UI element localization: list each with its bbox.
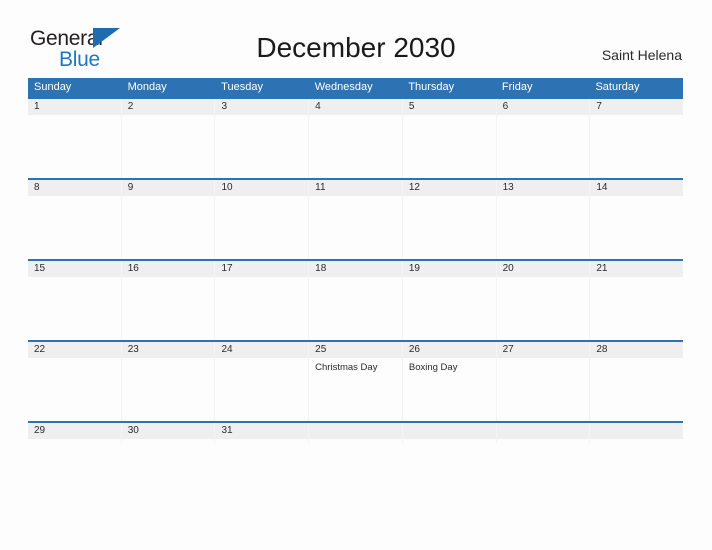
day-number: 2 — [127, 101, 134, 112]
day-number: 24 — [221, 344, 233, 355]
day-number: 3 — [221, 101, 227, 112]
calendar-day-cell[interactable]: 12 — [401, 180, 496, 259]
calendar-week-row: 8 9 10 11 12 13 14 — [28, 178, 683, 259]
page-header: General Blue December 2030 Saint Helena — [0, 0, 712, 76]
calendar-day-cell[interactable]: 14 — [589, 180, 683, 259]
holiday-label: Christmas Day — [315, 362, 378, 373]
day-number: 15 — [34, 263, 46, 274]
calendar-day-cell[interactable]: 17 — [214, 261, 308, 340]
day-number: 8 — [34, 182, 40, 193]
calendar-day-cell[interactable]: 13 — [495, 180, 590, 259]
day-number: 25 — [315, 344, 327, 355]
calendar-day-cell[interactable]: 21 — [589, 261, 683, 340]
calendar-week-row: 15 16 17 18 19 20 21 — [28, 259, 683, 340]
calendar-day-cell[interactable]: 23 — [120, 342, 215, 421]
weekday-header-wednesday: Wednesday — [314, 81, 373, 93]
calendar-day-cell-empty — [589, 423, 683, 443]
day-number: 5 — [408, 101, 415, 112]
day-number: 18 — [315, 263, 327, 274]
day-number: 21 — [596, 263, 608, 274]
calendar-day-cell[interactable]: 28 — [589, 342, 683, 421]
calendar-day-cell-empty — [495, 423, 590, 443]
weekday-header-sunday: Sunday — [34, 81, 72, 93]
calendar-day-cell[interactable]: 11 — [308, 180, 402, 259]
day-number: 31 — [221, 425, 233, 436]
calendar-day-cell[interactable]: 19 — [401, 261, 496, 340]
calendar-day-cell[interactable]: 30 — [120, 423, 215, 443]
day-number: 28 — [596, 344, 608, 355]
weekday-header-tuesday: Tuesday — [221, 81, 263, 93]
day-number: 20 — [502, 263, 514, 274]
calendar-day-cell[interactable]: 24 — [214, 342, 308, 421]
calendar-day-cell[interactable]: 10 — [214, 180, 308, 259]
calendar-day-cell[interactable]: 1 — [28, 99, 121, 178]
calendar-day-cell[interactable]: 7 — [589, 99, 683, 178]
calendar-day-cell[interactable]: 16 — [120, 261, 215, 340]
calendar-day-cell[interactable]: 2 — [120, 99, 215, 178]
calendar-day-cell[interactable]: 20 — [495, 261, 590, 340]
day-number: 14 — [596, 182, 608, 193]
holiday-label: Boxing Day — [408, 362, 458, 373]
day-number: 6 — [502, 101, 509, 112]
calendar-day-cell[interactable]: 22 — [28, 342, 121, 421]
day-number: 12 — [408, 182, 420, 193]
day-number: 1 — [34, 101, 40, 112]
calendar-day-cell[interactable]: 27 — [495, 342, 590, 421]
calendar-day-cell[interactable]: 9 — [120, 180, 215, 259]
calendar-day-cell[interactable]: 31 — [214, 423, 308, 443]
day-events: Boxing Day — [409, 358, 496, 374]
day-number: 4 — [315, 101, 321, 112]
day-number: 23 — [127, 344, 139, 355]
weekday-header-monday: Monday — [127, 81, 167, 93]
calendar-week-row: 1 2 3 4 5 6 7 — [28, 97, 683, 178]
calendar-day-cell[interactable]: 8 — [28, 180, 121, 259]
calendar-day-cell[interactable]: 29 — [28, 423, 121, 443]
calendar-day-cell[interactable]: 15 — [28, 261, 121, 340]
day-number: 26 — [408, 344, 420, 355]
day-number: 27 — [502, 344, 514, 355]
weekday-header-thursday: Thursday — [408, 81, 455, 93]
day-number: 22 — [34, 344, 46, 355]
weekday-header-row: Sunday Monday Tuesday Wednesday Thursday… — [28, 78, 683, 97]
day-number: 9 — [127, 182, 134, 193]
day-number: 29 — [34, 425, 46, 436]
calendar-week-row: 22 23 24 25 Christmas Day 26 Boxing Day 27 28 — [28, 340, 683, 421]
calendar-day-cell[interactable]: 6 — [495, 99, 590, 178]
day-number: 10 — [221, 182, 233, 193]
calendar-day-cell[interactable]: 26 Boxing Day — [401, 342, 496, 421]
calendar-day-cell[interactable]: 3 — [214, 99, 308, 178]
calendar-body: 1 2 3 4 5 6 7 8 9 10 11 12 13 14 15 16 17 18 19 20 21 22 23 24 2… — [28, 97, 683, 443]
day-number: 19 — [408, 263, 420, 274]
day-number: 13 — [502, 182, 514, 193]
calendar-day-cell[interactable]: 5 — [401, 99, 496, 178]
calendar-week-row: 29 30 31 — [28, 421, 683, 443]
day-number: 11 — [315, 182, 326, 193]
weekday-header-friday: Friday — [501, 81, 533, 93]
calendar-day-cell[interactable]: 4 — [308, 99, 402, 178]
weekday-header-saturday: Saturday — [595, 81, 640, 93]
day-number: 30 — [127, 425, 139, 436]
calendar-day-cell[interactable]: 18 — [308, 261, 402, 340]
day-number: 16 — [127, 263, 139, 274]
day-number: 17 — [221, 263, 233, 274]
calendar-day-cell[interactable]: 25 Christmas Day — [308, 342, 402, 421]
day-number: 7 — [596, 101, 602, 112]
day-events: Christmas Day — [315, 358, 402, 374]
calendar-day-cell-empty — [308, 423, 402, 443]
location-label: Saint Helena — [601, 47, 682, 63]
calendar-day-cell-empty — [401, 423, 496, 443]
calendar-table: Sunday Monday Tuesday Wednesday Thursday… — [28, 78, 683, 443]
